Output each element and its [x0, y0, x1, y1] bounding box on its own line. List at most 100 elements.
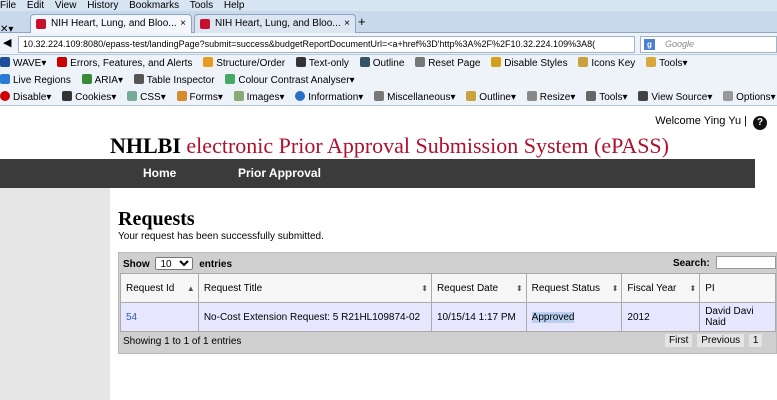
col-request-status[interactable]: Request Status ⬍	[525, 273, 623, 303]
status-badge: Approved	[531, 311, 575, 323]
view-source-menu[interactable]: View Source▾	[638, 89, 712, 105]
errors-icon	[57, 57, 68, 67]
errors-button[interactable]: Errors, Features, and Alerts	[57, 55, 192, 72]
options-icon	[723, 91, 734, 101]
disable-icon	[0, 91, 10, 101]
aria-icon	[81, 74, 92, 84]
table-row: 54 No-Cost Extension Request: 5 R21HL109…	[120, 302, 776, 332]
show-label: Show	[123, 259, 150, 270]
help-icon[interactable]: ?	[753, 116, 767, 130]
pager-previous[interactable]: Previous	[697, 334, 745, 347]
disable-menu[interactable]: Disable▾	[0, 89, 51, 105]
live-regions-button[interactable]: Live Regions	[0, 72, 71, 89]
cell-id[interactable]: 54	[120, 302, 199, 332]
close-icon[interactable]: ×	[344, 15, 350, 32]
col-fiscal-year[interactable]: Fiscal Year ⬍	[621, 273, 701, 303]
colour-contrast-button[interactable]: Colour Contrast Analyser▾	[225, 72, 355, 89]
col-request-id[interactable]: Request Id ▲	[120, 273, 199, 303]
aria-button[interactable]: ARIA▾	[81, 72, 123, 89]
menu-edit[interactable]: Edit	[27, 0, 44, 11]
information-menu[interactable]: Information▾	[295, 89, 363, 105]
structure-icon	[203, 57, 214, 67]
structure-button[interactable]: Structure/Order	[203, 55, 285, 72]
url-text: 10.32.224.109:8080/epass-test/landingPag…	[23, 39, 596, 49]
contrast-icon	[225, 74, 236, 84]
back-arrow-icon[interactable]: ◀	[3, 36, 11, 49]
cell-fiscal-year: 2012	[621, 302, 701, 332]
menu-bar: File Edit View History Bookmarks Tools H…	[0, 0, 777, 11]
miscellaneous-menu[interactable]: Miscellaneous▾	[374, 89, 456, 105]
search-placeholder: Google	[665, 39, 695, 49]
pencil-icon	[466, 91, 477, 101]
wrench-icon	[586, 91, 597, 101]
forms-menu[interactable]: Forms▾	[176, 89, 223, 105]
cookies-icon	[62, 91, 73, 101]
forms-icon	[176, 91, 187, 101]
table-inspector-button[interactable]: Table Inspector	[133, 72, 215, 89]
menu-tools[interactable]: Tools	[190, 0, 213, 11]
icons-key-button[interactable]: Icons Key	[578, 55, 635, 72]
info-icon	[295, 91, 306, 101]
table-info: Showing 1 to 1 of 1 entries	[123, 336, 242, 347]
col-request-title[interactable]: Request Title ⬍	[197, 273, 432, 303]
styles-icon	[491, 57, 502, 67]
main-nav: Home Prior Approval	[0, 159, 755, 188]
close-icon[interactable]: ×	[180, 15, 186, 32]
menu-history[interactable]: History	[87, 0, 118, 11]
text-icon	[295, 57, 306, 67]
outline-button[interactable]: Outline	[359, 55, 404, 72]
col-pi[interactable]: PI	[699, 273, 776, 303]
request-id-link[interactable]: 54	[126, 312, 137, 323]
wave-toolbar: WAVE▾ Errors, Features, and Alerts Struc…	[0, 55, 777, 72]
cookies-menu[interactable]: Cookies▾	[62, 89, 116, 105]
aria-toolbar: Live Regions ARIA▾ Table Inspector Colou…	[0, 72, 777, 89]
menu-help[interactable]: Help	[224, 0, 245, 11]
cell-date: 10/15/14 1:17 PM	[430, 302, 527, 332]
wave-button[interactable]: WAVE▾	[0, 55, 46, 72]
resize-menu[interactable]: Resize▾	[526, 89, 575, 105]
sort-icon: ⬍	[611, 284, 619, 293]
table-header-row: Request Id ▲ Request Title ⬍ Request Date ⬍…	[120, 273, 776, 303]
resize-icon	[526, 91, 537, 101]
reset-icon	[415, 57, 426, 67]
search-box[interactable]: g Google	[640, 36, 777, 53]
disable-styles-button[interactable]: Disable Styles	[491, 55, 568, 72]
tab-inactive[interactable]: NIH Heart, Lung, and Bloo... ×	[194, 14, 356, 33]
css-menu[interactable]: CSS▾	[127, 89, 166, 105]
tab-title: NIH Heart, Lung, and Bloo...	[215, 18, 341, 29]
cell-title: No-Cost Extension Request: 5 R21HL109874…	[197, 302, 432, 332]
tab-title: NIH Heart, Lung, and Bloo...	[51, 18, 177, 29]
entries-select[interactable]: 10	[155, 257, 194, 270]
reset-page-button[interactable]: Reset Page	[415, 55, 480, 72]
pagination: First Previous 1	[665, 334, 764, 347]
menu-view[interactable]: View	[55, 0, 77, 11]
nih-favicon-icon	[200, 19, 210, 29]
pager-first[interactable]: First	[665, 334, 693, 347]
requests-table: Request Id ▲ Request Title ⬍ Request Date ⬍…	[120, 273, 776, 332]
nav-home[interactable]: Home	[143, 159, 176, 188]
sort-icon: ⬍	[421, 284, 428, 293]
pager-page-1[interactable]: 1	[748, 334, 763, 347]
title-rest: electronic Prior Approval Submission Sys…	[186, 133, 669, 158]
tools-button[interactable]: Tools▾	[646, 55, 687, 72]
menu-file[interactable]: File	[0, 0, 16, 11]
options-menu[interactable]: Options▾	[723, 89, 776, 105]
key-icon	[578, 57, 589, 67]
images-menu[interactable]: Images▾	[233, 89, 284, 105]
col-request-date[interactable]: Request Date ⬍	[430, 273, 527, 303]
success-message: Your request has been successfully submi…	[118, 231, 324, 242]
tab-active[interactable]: NIH Heart, Lung, and Bloo... ×	[30, 14, 192, 33]
system-title: NHLBI electronic Prior Approval Submissi…	[110, 133, 669, 159]
wave-icon	[0, 57, 10, 67]
new-tab-button[interactable]: +	[358, 14, 366, 29]
table-search-input[interactable]	[716, 256, 776, 269]
webdev-tools-menu[interactable]: Tools▾	[586, 89, 628, 105]
text-only-button[interactable]: Text-only	[295, 55, 349, 72]
entries-label: entries	[199, 259, 233, 270]
title-nhlbi: NHLBI	[110, 133, 181, 158]
url-bar[interactable]: 10.32.224.109:8080/epass-test/landingPag…	[18, 36, 635, 53]
google-icon: g	[644, 39, 655, 50]
outline-menu[interactable]: Outline▾	[466, 89, 516, 105]
menu-bookmarks[interactable]: Bookmarks	[129, 0, 179, 11]
nav-prior-approval[interactable]: Prior Approval	[238, 159, 321, 188]
